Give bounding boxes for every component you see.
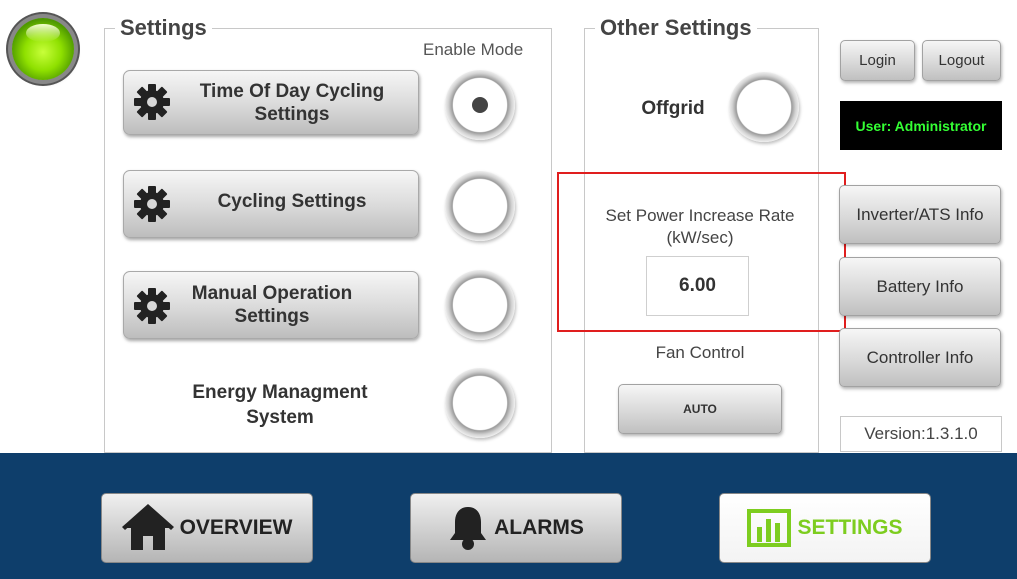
- manual-operation-enable-radio[interactable]: [445, 270, 515, 340]
- nav-settings-label: SETTINGS: [797, 516, 903, 539]
- offgrid-enable-radio[interactable]: [729, 72, 799, 142]
- other-settings-panel-title: Other Settings: [595, 15, 757, 41]
- bell-icon: [450, 507, 487, 550]
- version-label: Version:1.3.1.0: [840, 416, 1002, 452]
- nav-overview-button[interactable]: OVERVIEW: [101, 493, 313, 563]
- fan-control-auto-button[interactable]: AUTO: [618, 384, 782, 434]
- system-status-indicator: [12, 18, 74, 80]
- time-of-day-cycling-settings-label: Time Of Day Cycling Settings: [199, 80, 385, 125]
- enable-mode-label: Enable Mode: [423, 40, 524, 59]
- offgrid-label: Offgrid: [641, 98, 705, 119]
- logout-button[interactable]: Logout: [922, 40, 1001, 81]
- energy-management-system-label: Energy Managment System: [192, 382, 368, 428]
- time-of-day-cycling-settings-button[interactable]: Time Of Day Cycling Settings: [123, 70, 419, 135]
- nav-overview-label: OVERVIEW: [179, 516, 293, 539]
- power-rate-highlight: [557, 172, 846, 332]
- home-icon: [121, 504, 174, 550]
- cycling-settings-label: Cycling Settings: [217, 190, 367, 212]
- controller-info-button[interactable]: Controller Info: [839, 328, 1001, 387]
- nav-alarms-button[interactable]: ALARMS: [410, 493, 622, 563]
- gear-icon: [134, 84, 170, 120]
- energy-management-enable-radio[interactable]: [445, 368, 515, 438]
- time-of-day-enable-radio[interactable]: [445, 70, 515, 140]
- gear-icon: [134, 288, 170, 324]
- nav-alarms-label: ALARMS: [494, 516, 584, 539]
- radio-selected-dot: [472, 97, 488, 113]
- fan-control-label: Fan Control: [655, 343, 745, 362]
- manual-operation-settings-label: Manual Operation Settings: [191, 283, 353, 327]
- gear-icon: [134, 186, 170, 222]
- settings-panel-title: Settings: [115, 15, 212, 41]
- login-button[interactable]: Login: [840, 40, 915, 81]
- cycling-settings-button[interactable]: Cycling Settings: [123, 170, 419, 238]
- cycling-enable-radio[interactable]: [445, 171, 515, 241]
- manual-operation-settings-button[interactable]: Manual Operation Settings: [123, 271, 419, 339]
- bar-chart-icon: [747, 509, 792, 547]
- inverter-ats-info-button[interactable]: Inverter/ATS Info: [839, 185, 1001, 244]
- battery-info-button[interactable]: Battery Info: [839, 257, 1001, 316]
- nav-settings-button[interactable]: SETTINGS: [719, 493, 931, 563]
- current-user-badge: User: Administrator: [840, 101, 1002, 150]
